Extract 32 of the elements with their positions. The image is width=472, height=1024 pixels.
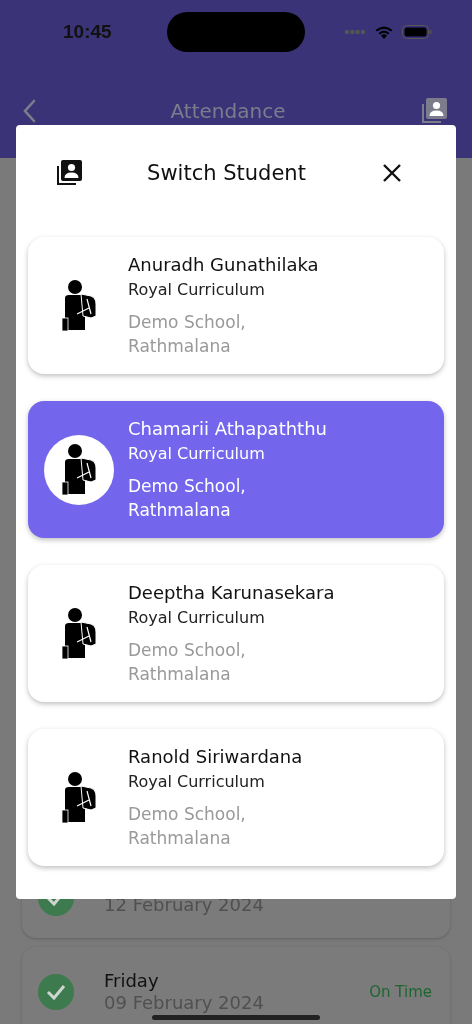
student-name: Ranold Siriwardana — [128, 745, 303, 769]
student-icon — [61, 279, 97, 332]
contacts-stack-icon — [55, 159, 83, 187]
student-card[interactable]: Ranold Siriwardana Royal Curriculum Demo School, Rathmalana — [28, 729, 444, 866]
curriculum-label: Royal Curriculum — [128, 443, 266, 465]
close-icon — [382, 163, 402, 183]
dialog-title: Switch Student — [146, 161, 307, 185]
curriculum-label: Royal Curriculum — [128, 771, 266, 793]
student-card[interactable]: Anuradh Gunathilaka Royal Curriculum Demo School, Rathmalana — [28, 237, 444, 374]
student-card[interactable]: Chamarii Athapaththu Royal Curriculum Demo School, Rathmalana — [28, 401, 444, 538]
student-icon — [61, 443, 97, 496]
status-label: On Time — [369, 983, 432, 1001]
curriculum-label: Royal Curriculum — [128, 279, 266, 301]
student-card[interactable]: Deeptha Karunasekara Royal Curriculum Demo School, Rathmalana — [28, 565, 444, 702]
student-icon — [61, 771, 97, 824]
back-icon[interactable] — [22, 99, 36, 123]
wifi-icon — [374, 24, 394, 40]
page-title: Attendance — [169, 99, 287, 123]
school-label: Demo School, Rathmalana — [128, 311, 247, 358]
school-label: Demo School, Rathmalana — [128, 639, 247, 686]
curriculum-label: Royal Curriculum — [128, 607, 266, 629]
status-time: 10:45 — [63, 21, 113, 43]
school-label: Demo School, Rathmalana — [128, 803, 247, 850]
battery-icon — [402, 25, 432, 39]
student-icon — [61, 607, 97, 660]
contacts-stack-icon[interactable] — [420, 97, 448, 125]
student-name: Anuradh Gunathilaka — [128, 253, 319, 277]
student-name: Deeptha Karunasekara — [128, 581, 335, 605]
school-label: Demo School, Rathmalana — [128, 475, 247, 522]
day-label: Friday — [104, 970, 159, 992]
signal-icon — [344, 29, 366, 35]
student-name: Chamarii Athapaththu — [128, 417, 327, 441]
